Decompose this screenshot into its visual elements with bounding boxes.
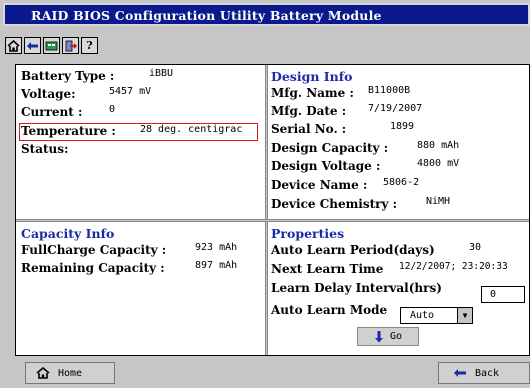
help-icon[interactable]: ? [81,37,98,54]
design-info-section: Design Info Mfg. Name : B11000B Mfg. Dat… [268,65,529,219]
battery-type-value: iBBU [149,68,174,79]
status-label: Status: [21,142,69,156]
learn-delay-interval-value: 0 [490,289,497,300]
battery-type-label: Battery Type : [21,69,115,83]
device-name-label: Device Name : [271,178,368,192]
design-voltage-label: Design Voltage : [271,159,381,173]
home-label: Home [58,367,83,379]
battery-module-panel: Battery Type : iBBU Voltage: 5457 mV Cur… [15,64,530,356]
adapter-icon[interactable] [43,37,60,54]
down-arrow-icon [374,330,383,342]
window-title: RAID BIOS Configuration Utility Battery … [31,8,382,23]
temperature-value: 28 deg. centigrac [140,124,243,135]
next-learn-time-label: Next Learn Time [271,262,384,276]
design-capacity-value: 880 mAh [417,140,460,151]
exit-icon[interactable] [62,37,79,54]
learn-delay-interval-label: Learn Delay Interval(hrs) [271,281,442,295]
properties-header: Properties [271,226,345,241]
back-label: Back [475,367,500,379]
home-icon [36,367,50,379]
fullcharge-capacity-value: 923 mAh [195,242,238,253]
device-chemistry-value: NiMH [426,196,451,207]
go-label: Go [389,331,403,342]
auto-learn-period-label: Auto Learn Period(days) [271,243,435,257]
toolbar: ? [3,27,530,60]
mfg-name-value: B11000B [368,85,411,96]
auto-learn-mode-value: Auto [410,310,435,321]
capacity-info-section: Capacity Info FullCharge Capacity : 923 … [16,222,265,355]
design-info-header: Design Info [271,69,353,84]
serial-value: 1899 [390,121,415,132]
device-chemistry-label: Device Chemistry : [271,197,398,211]
design-capacity-label: Design Capacity : [271,141,389,155]
learn-delay-interval-input[interactable]: 0 [481,286,525,303]
properties-section: Properties Auto Learn Period(days) 30 Ne… [268,222,529,355]
back-arrow-icon [454,369,466,377]
back-button[interactable]: Back [438,362,530,384]
serial-label: Serial No. : [271,122,347,136]
go-button[interactable]: Go [357,327,419,346]
auto-learn-period-value: 30 [469,242,482,253]
auto-learn-mode-label: Auto Learn Mode [271,303,388,317]
mfg-date-value: 7/19/2007 [368,103,423,114]
title-bar: RAID BIOS Configuration Utility Battery … [3,3,530,26]
home-button[interactable]: Home [25,362,115,384]
mfg-name-label: Mfg. Name : [271,86,354,100]
auto-learn-mode-select[interactable]: Auto ▼ [400,307,473,324]
remaining-capacity-label: Remaining Capacity : [21,261,165,275]
current-value: 0 [109,104,116,115]
capacity-info-header: Capacity Info [21,226,115,241]
design-voltage-value: 4800 mV [417,158,460,169]
remaining-capacity-value: 897 mAh [195,260,238,271]
temperature-label: Temperature : [21,124,116,138]
next-learn-time-value: 12/2/2007; 23:20:33 [399,261,508,272]
dropdown-arrow-icon[interactable]: ▼ [457,308,472,323]
voltage-value: 5457 mV [109,86,152,97]
fullcharge-capacity-label: FullCharge Capacity : [21,243,167,257]
device-name-value: 5806-2 [383,177,420,188]
back-arrow-icon[interactable] [24,37,41,54]
battery-info-section: Battery Type : iBBU Voltage: 5457 mV Cur… [16,65,265,219]
voltage-label: Voltage: [21,87,76,101]
navigation-bar: Home Back [15,362,530,388]
current-label: Current : [21,105,83,119]
mfg-date-label: Mfg. Date : [271,104,347,118]
home-icon[interactable] [5,37,22,54]
